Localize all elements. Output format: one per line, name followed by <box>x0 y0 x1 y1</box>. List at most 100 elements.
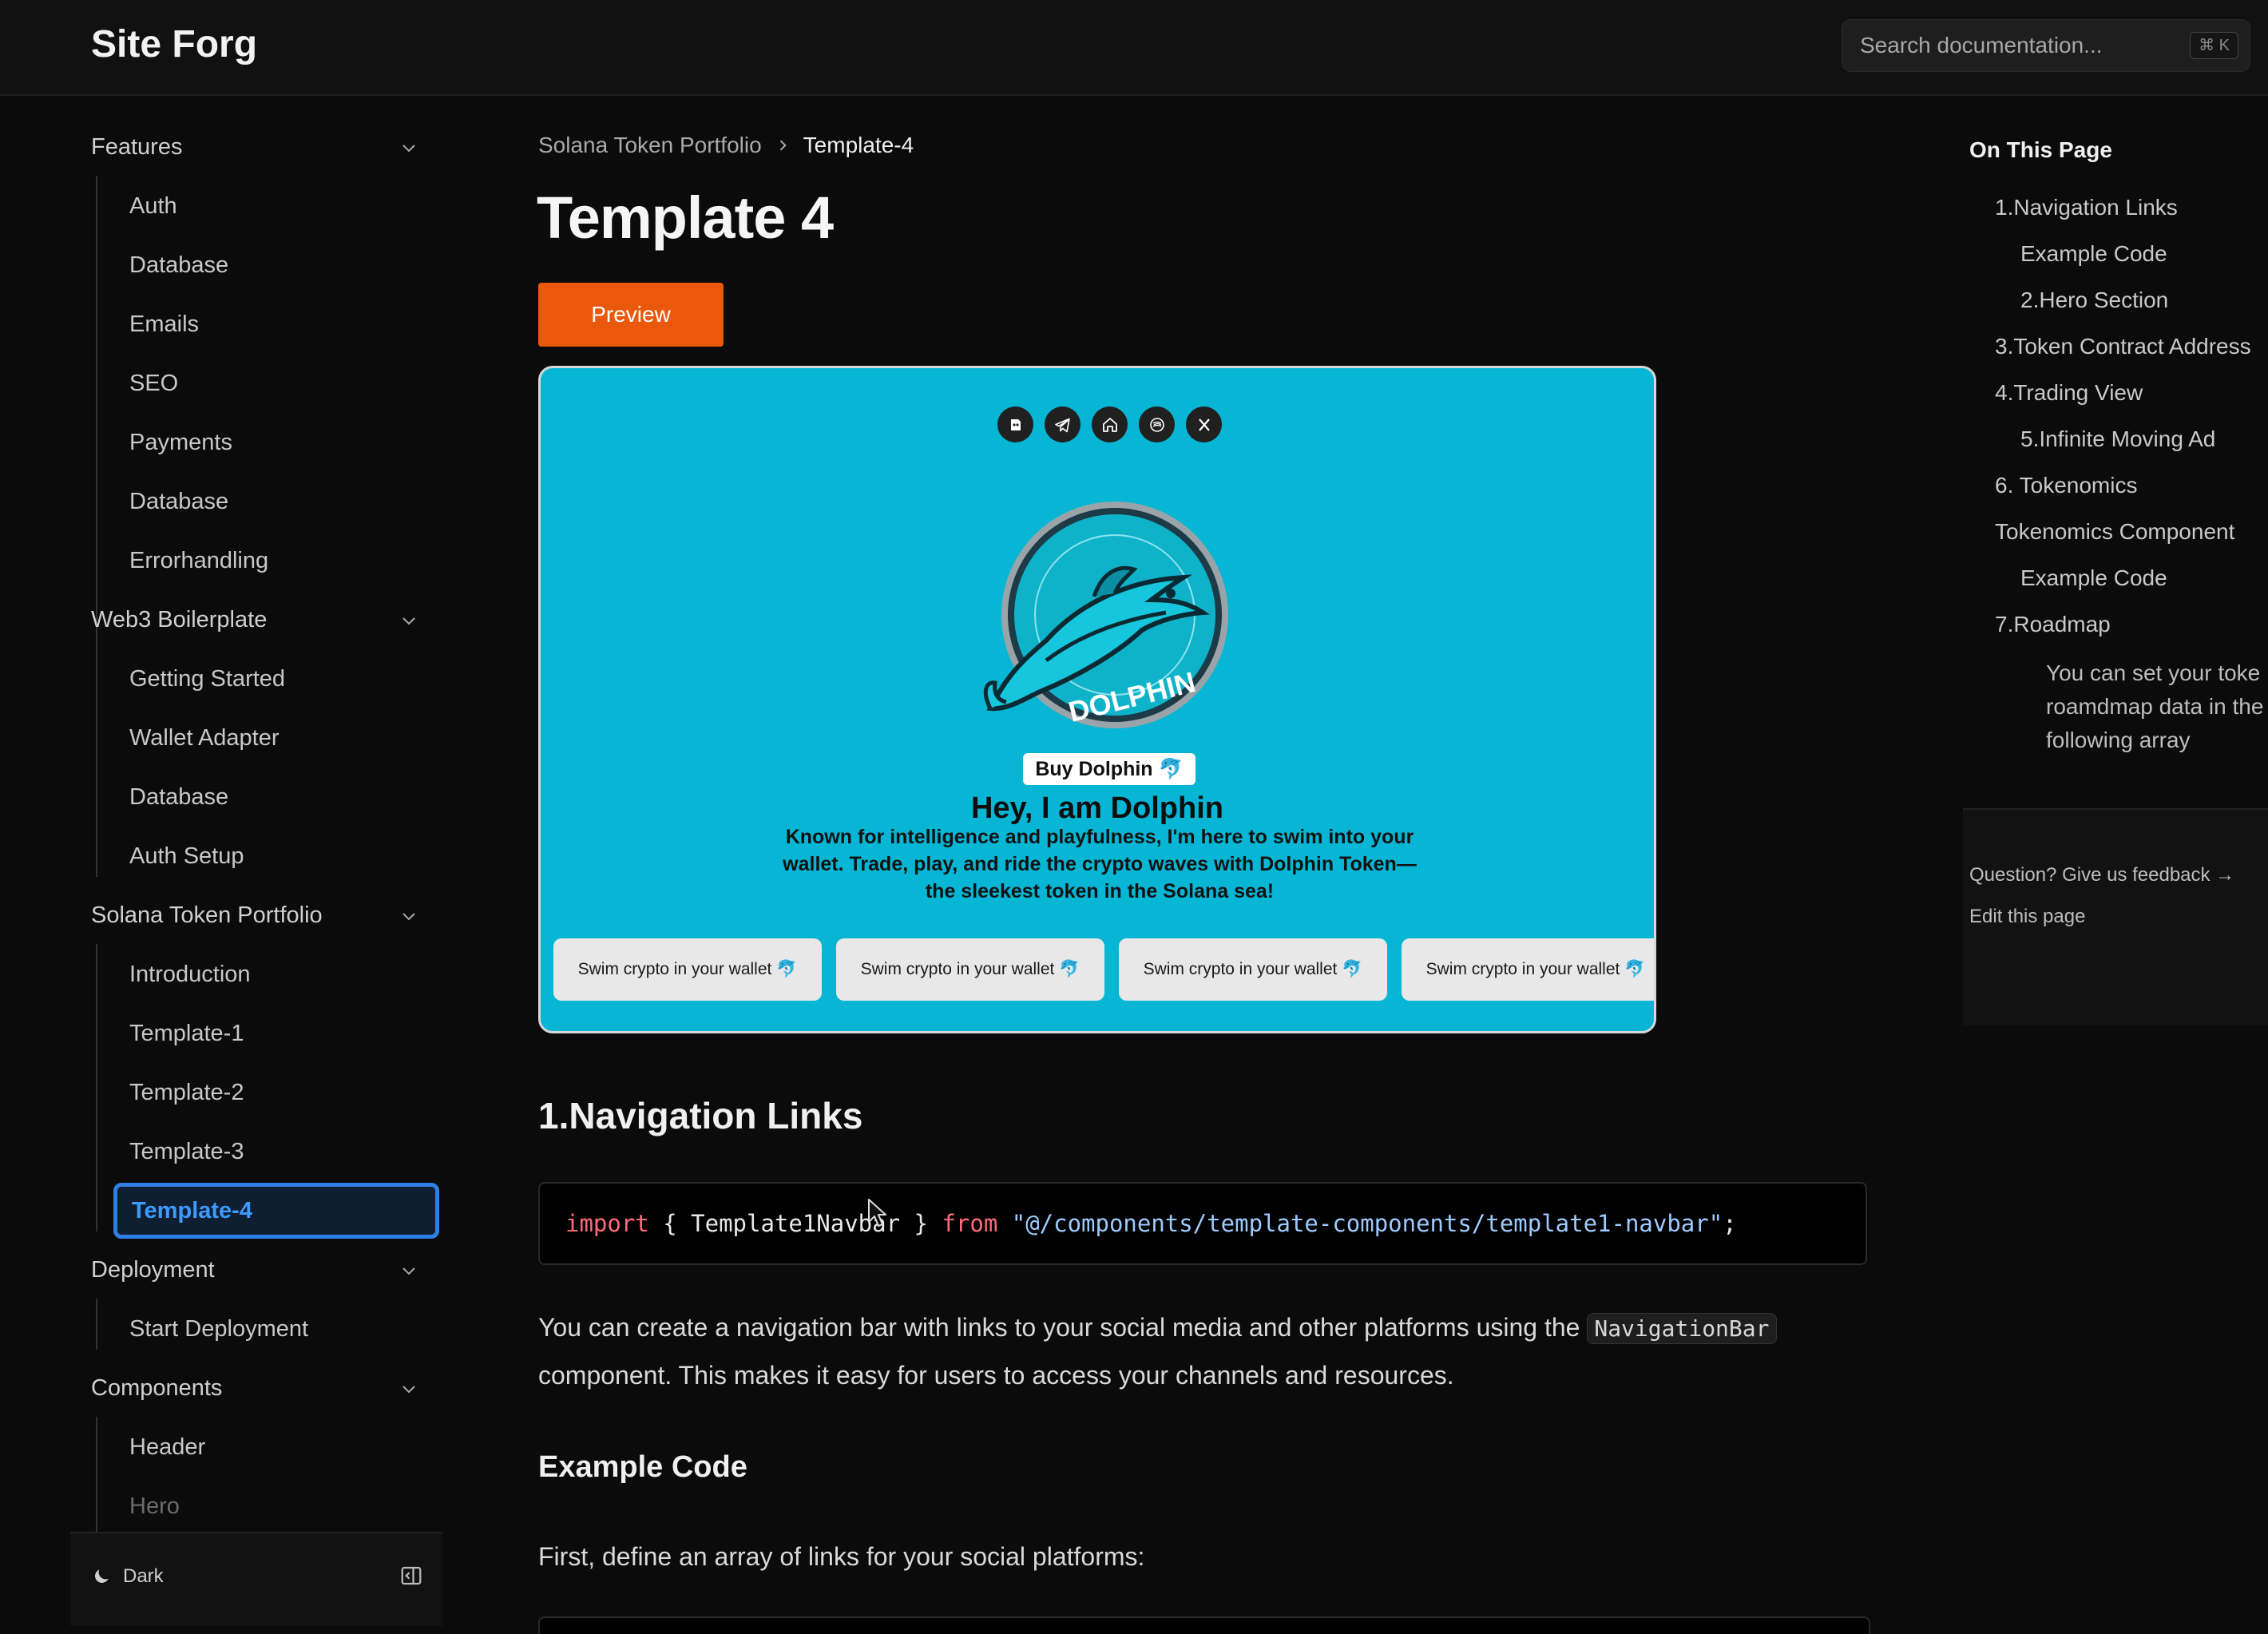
hero-description: Known for intelligence and playfulness, … <box>783 826 1417 902</box>
sidebar-item-template-4[interactable]: Template-4 <box>113 1183 439 1239</box>
marquee-card: Swim crypto in your wallet 🐬 <box>1402 938 1654 1001</box>
sidebar-item-getting-started[interactable]: Getting Started <box>115 655 434 703</box>
toc-item-infinite-moving-ad[interactable]: 5.Infinite Moving Ad <box>2020 426 2215 452</box>
feedback-link[interactable]: Question? Give us feedback → <box>1969 864 2234 886</box>
sidebar-collapse-icon[interactable] <box>399 1564 423 1588</box>
telegram-icon[interactable] <box>1045 407 1080 442</box>
chevron-down-icon <box>399 1378 418 1398</box>
sidebar-item-database[interactable]: Database <box>115 241 434 289</box>
tree-line <box>96 1299 97 1350</box>
toc-footer-panel: Question? Give us feedback → Edit this p… <box>1963 808 2268 1025</box>
social-links <box>997 407 1222 442</box>
sidebar-item-hero[interactable]: Hero <box>115 1482 434 1530</box>
sidebar-group-solana[interactable]: Solana Token Portfolio <box>91 891 418 939</box>
top-bar: Site Forg ⌘ K <box>0 0 2268 96</box>
toc-item-example-code-2[interactable]: Example Code <box>2020 565 2167 591</box>
site-logo[interactable]: Site Forg <box>91 22 257 66</box>
toc-item-roadmap[interactable]: 7.Roadmap <box>1995 612 2111 637</box>
preview-button[interactable]: Preview <box>538 283 724 347</box>
inline-code: NavigationBar <box>1587 1313 1777 1344</box>
toc-item-trading-view[interactable]: 4.Trading View <box>1995 380 2143 406</box>
sidebar-item-database-3[interactable]: Database <box>115 773 434 821</box>
dolphin-mascot-image: DOLPHIN <box>983 502 1228 728</box>
sidebar: Features Auth Database Emails SEO Paymen… <box>0 96 447 1624</box>
code-punct: { <box>648 1210 692 1237</box>
sidebar-footer: Dark <box>70 1532 442 1626</box>
buy-dolphin-button[interactable]: Buy Dolphin 🐬 <box>1023 753 1195 785</box>
sidebar-item-template-1[interactable]: Template-1 <box>115 1009 434 1057</box>
sidebar-item-wallet-adapter[interactable]: Wallet Adapter <box>115 714 434 762</box>
sidebar-group-features[interactable]: Features <box>91 123 418 171</box>
sidebar-item-errorhandling[interactable]: Errorhandling <box>115 537 434 585</box>
sidebar-item-start-deployment[interactable]: Start Deployment <box>115 1305 434 1353</box>
theme-label: Dark <box>123 1565 164 1587</box>
sidebar-item-emails[interactable]: Emails <box>115 300 434 348</box>
code-block: import { Template1Navbar } from "@/compo… <box>538 1182 1867 1265</box>
edit-page-link[interactable]: Edit this page <box>1969 906 2085 928</box>
toc-item-tokenomics[interactable]: 6. Tokenomics <box>1995 473 2137 498</box>
sidebar-group-web3[interactable]: Web3 Boilerplate <box>91 596 418 644</box>
code-punct: ; <box>1723 1210 1737 1237</box>
sidebar-group-label: Features <box>91 133 183 160</box>
moon-icon <box>95 1569 109 1583</box>
sidebar-item-header[interactable]: Header <box>115 1423 434 1471</box>
sidebar-item-auth-setup[interactable]: Auth Setup <box>115 832 434 880</box>
section-heading-navigation-links: 1.Navigation Links <box>538 1095 863 1136</box>
marquee-card: Swim crypto in your wallet 🐬 <box>553 938 822 1001</box>
coin-icon[interactable] <box>1139 407 1175 442</box>
x-icon[interactable] <box>1186 407 1222 442</box>
code-keyword: import <box>565 1210 649 1237</box>
code-punct: } <box>900 1210 942 1237</box>
breadcrumb: Solana Token Portfolio Template-4 <box>538 133 914 158</box>
toc-title: On This Page <box>1969 137 2112 162</box>
search-input[interactable] <box>1860 20 2195 71</box>
section-heading-example-code: Example Code <box>538 1450 747 1484</box>
sidebar-group-components[interactable]: Components <box>91 1364 418 1412</box>
theme-toggle[interactable]: Dark <box>91 1565 164 1588</box>
search-box[interactable]: ⌘ K <box>1842 19 2250 72</box>
tree-line <box>96 648 97 877</box>
tree-line <box>96 944 97 1231</box>
toc-item-example-code[interactable]: Example Code <box>2020 241 2167 267</box>
home-icon[interactable] <box>1092 407 1128 442</box>
sidebar-item-payments[interactable]: Payments <box>115 418 434 466</box>
chevron-down-icon <box>399 1260 418 1279</box>
breadcrumb-parent[interactable]: Solana Token Portfolio <box>538 133 762 158</box>
breadcrumb-current: Template-4 <box>803 133 914 157</box>
chevron-down-icon <box>399 906 418 925</box>
moving-ad-marquee: Swim crypto in your wallet 🐬 Swim crypto… <box>553 938 1654 1001</box>
sidebar-item-seo[interactable]: SEO <box>115 359 434 407</box>
code-keyword: from <box>942 1210 998 1237</box>
search-shortcut-badge: ⌘ K <box>2190 32 2238 59</box>
sidebar-item-template-2[interactable]: Template-2 <box>115 1069 434 1116</box>
code-block-partial <box>538 1616 1870 1634</box>
mouse-cursor-icon <box>868 1199 886 1227</box>
paragraph-text: component. This makes it easy for users … <box>538 1361 1454 1390</box>
page-title: Template 4 <box>537 184 834 251</box>
toc-item-token-contract-address[interactable]: 3.Token Contract Address <box>1995 334 2251 359</box>
sidebar-group-deployment[interactable]: Deployment <box>91 1246 418 1294</box>
gitbook-icon[interactable] <box>997 407 1033 442</box>
paragraph-text: You can create a navigation bar with lin… <box>538 1313 1588 1342</box>
sidebar-group-label: Components <box>91 1374 223 1401</box>
sidebar-item-introduction[interactable]: Introduction <box>115 950 434 998</box>
sidebar-group-label: Deployment <box>91 1256 215 1283</box>
code-string: "@/components/template-components/templa… <box>997 1210 1723 1237</box>
sidebar-group-label: Web3 Boilerplate <box>91 606 268 633</box>
chevron-down-icon <box>399 137 418 157</box>
tree-line <box>96 1417 97 1545</box>
marquee-card: Swim crypto in your wallet 🐬 <box>836 938 1104 1001</box>
sidebar-item-template-3[interactable]: Template-3 <box>115 1128 434 1176</box>
example-description: First, define an array of links for your… <box>538 1542 1145 1571</box>
chevron-right-icon <box>779 140 787 151</box>
sidebar-group-label: Solana Token Portfolio <box>91 902 323 928</box>
sidebar-item-auth[interactable]: Auth <box>115 182 434 230</box>
toc-item-tokenomics-component[interactable]: Tokenomics Component <box>1995 519 2234 545</box>
marquee-card: Swim crypto in your wallet 🐬 <box>1119 938 1387 1001</box>
hero-title: Hey, I am Dolphin <box>970 791 1223 825</box>
toc-item-navigation-links[interactable]: 1.Navigation Links <box>1995 195 2178 220</box>
sidebar-item-database-2[interactable]: Database <box>115 478 434 525</box>
toc-item-hero-section[interactable]: 2.Hero Section <box>2020 288 2168 313</box>
toc-item-roadmap-note[interactable]: You can set your toke roamdmap data in t… <box>2046 656 2268 757</box>
template-preview: DOLPHIN Buy Dolphin 🐬 Hey, I am Dolphin … <box>538 366 1656 1033</box>
